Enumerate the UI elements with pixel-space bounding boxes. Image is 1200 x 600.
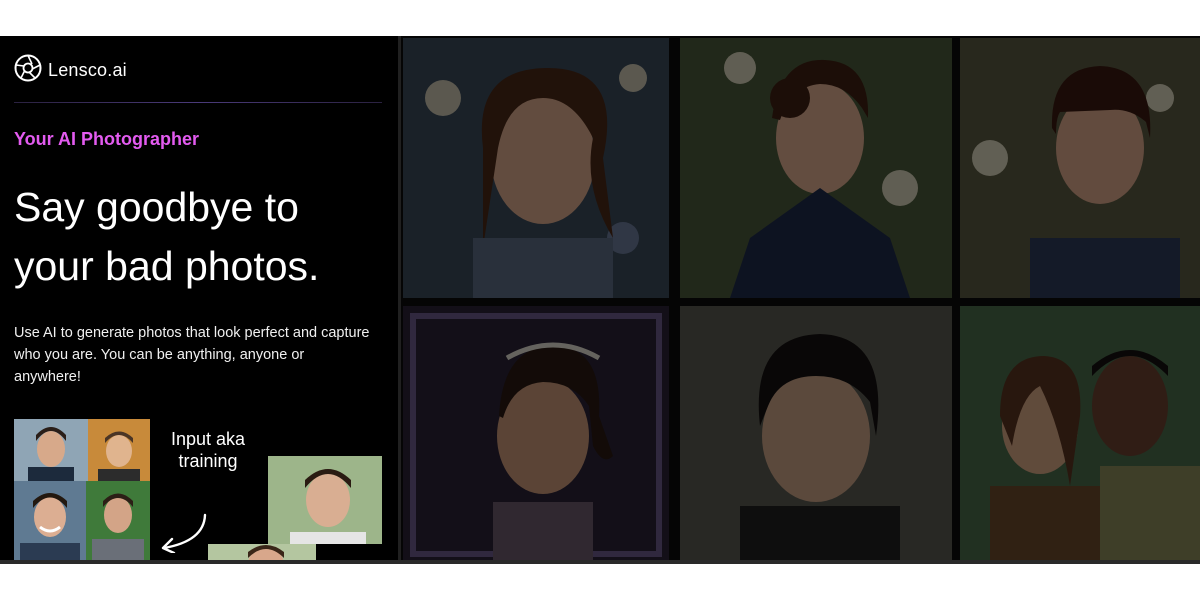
gallery-tile[interactable] [960, 38, 1200, 298]
headline-line-2: your bad photos. [14, 243, 320, 289]
generated-gallery [398, 36, 1200, 564]
gallery-tile[interactable] [680, 38, 952, 298]
panel-divider [398, 36, 401, 564]
training-photo [88, 419, 150, 481]
brand-logo[interactable]: Lensco.ai [14, 54, 127, 87]
curved-arrow-icon [158, 475, 214, 558]
gallery-tile[interactable] [680, 306, 952, 564]
gallery-tile[interactable] [403, 306, 669, 564]
training-photo [14, 481, 86, 564]
training-label: Input aka training [158, 428, 258, 472]
training-photo [14, 419, 88, 481]
aperture-icon [14, 54, 42, 87]
gallery-tile[interactable] [960, 306, 1200, 564]
page-title: Say goodbye to your bad photos. [14, 178, 394, 296]
tagline: Your AI Photographer [14, 129, 200, 149]
hero-description: Use AI to generate photos that look perf… [14, 325, 370, 385]
gallery-tile[interactable] [403, 38, 669, 298]
hero-panel: Lensco.ai Your AI Photographer Say goodb… [0, 36, 398, 564]
training-photo [86, 481, 150, 564]
generated-photo [268, 456, 382, 544]
training-label-line-2: training [178, 451, 238, 471]
page-frame: Lensco.ai Your AI Photographer Say goodb… [0, 36, 1200, 564]
training-label-line-1: Input aka [170, 429, 246, 449]
training-photo-strip: Input aka training [0, 419, 398, 564]
header-divider [14, 102, 382, 103]
headline-line-1: Say goodbye to [14, 184, 299, 230]
bottom-bar [0, 560, 1200, 564]
brand-name: Lensco.ai [48, 60, 127, 80]
